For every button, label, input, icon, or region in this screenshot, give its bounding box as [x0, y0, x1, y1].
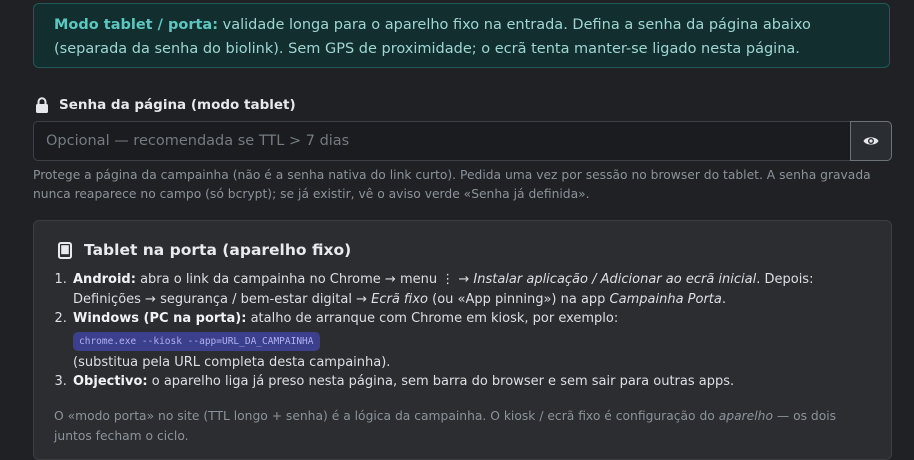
step-label: Objectivo: [73, 374, 148, 389]
note-text: O «modo porta» no site (TTL longo + senh… [54, 409, 719, 423]
lock-icon [35, 97, 49, 113]
tablet-mode-info-banner: Modo tablet / porta: validade longa para… [33, 3, 890, 68]
step-emphasis: Instalar aplicação / Adicionar ao ecrã i… [473, 272, 757, 287]
kiosk-command-code[interactable]: chrome.exe --kiosk --app=URL_DA_CAMPAINH… [73, 331, 320, 351]
eye-icon [863, 135, 879, 147]
toggle-password-visibility-button[interactable] [850, 121, 892, 161]
step-text: o aparelho liga já preso nesta página, s… [147, 374, 735, 389]
setup-steps-list: Android: abra o link da campainha no Chr… [58, 270, 881, 392]
note-emphasis: aparelho [718, 409, 773, 423]
tablet-door-panel: Tablet na porta (aparelho fixo) Android:… [33, 220, 892, 460]
step-text: atalho de arranque com Chrome em kiosk, … [246, 311, 619, 326]
step-text: . [721, 291, 727, 307]
list-item: Android: abra o link da campainha no Chr… [71, 270, 881, 309]
panel-title: Tablet na porta (aparelho fixo) [58, 240, 351, 260]
step-text: abra o link da campainha no Chrome → men… [135, 272, 474, 287]
panel-footnote: O «modo porta» no site (TTL longo + senh… [54, 407, 874, 446]
panel-title-text: Tablet na porta (aparelho fixo) [84, 241, 352, 259]
password-input-group [33, 121, 892, 161]
step-emphasis: Ecrã fixo [371, 291, 428, 307]
step-label: Android: [73, 272, 136, 287]
step-text: (substitua pela URL completa desta campa… [73, 354, 391, 370]
list-item: Windows (PC na porta): atalho de arranqu… [71, 309, 881, 372]
password-help-text: Protege a página da campainha (não é a s… [33, 168, 871, 201]
banner-title: Modo tablet / porta: [54, 17, 219, 33]
step-text: (ou «App pinning») na app [427, 291, 610, 307]
tablet-icon [58, 241, 72, 259]
password-label-text: Senha da página (modo tablet) [59, 97, 296, 113]
step-label: Windows (PC na porta): [73, 311, 247, 326]
page-password-input[interactable] [33, 121, 850, 161]
list-item: Objectivo: o aparelho liga já preso nest… [71, 372, 881, 392]
password-field-label: Senha da página (modo tablet) [35, 96, 296, 114]
step-emphasis: Campainha Porta [609, 291, 722, 307]
